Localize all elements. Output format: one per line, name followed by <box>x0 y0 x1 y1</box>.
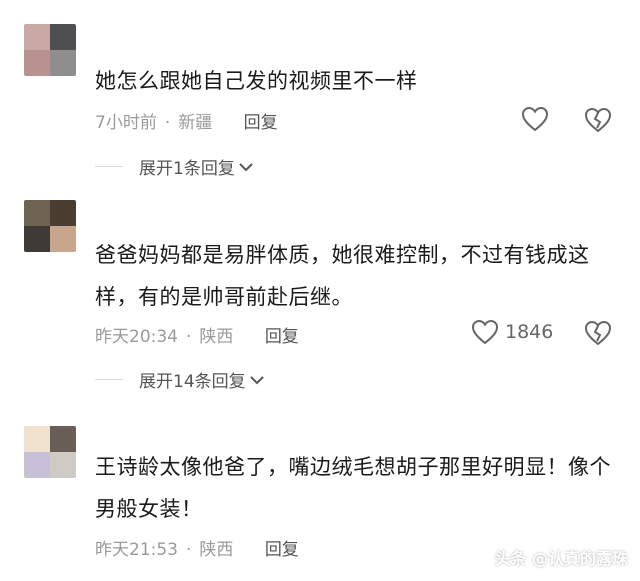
avatar-pixel <box>24 426 50 452</box>
reply-button[interactable]: 回复 <box>265 327 299 347</box>
avatar-pixel <box>50 452 76 478</box>
avatar-pixel <box>24 226 50 252</box>
broken-heart-icon[interactable] <box>584 320 612 346</box>
avatar-pixel <box>24 200 50 226</box>
comment-time: 昨天21:53 <box>95 540 178 560</box>
previous-comment-meta-cutoff <box>95 0 100 10</box>
comment-meta: 昨天21:53 · 陕西 回复 <box>95 540 299 560</box>
reply-button[interactable]: 回复 <box>244 113 278 133</box>
like-button[interactable]: 1846 <box>471 319 553 345</box>
comment-text: 爸爸妈妈都是易胖体质，她很难控制，不过有钱成这样，有的是帅哥前赴后继。 <box>95 243 590 309</box>
avatar-pixel <box>50 24 76 50</box>
heart-icon <box>471 319 499 345</box>
avatar-pixel <box>24 452 50 478</box>
divider-line <box>95 379 123 380</box>
like-count: 1846 <box>505 321 554 343</box>
comment-location: 陕西 <box>199 540 234 560</box>
heart-icon <box>521 106 549 132</box>
expand-label: 展开14条回复 <box>139 372 246 392</box>
avatar-pixel <box>50 426 76 452</box>
avatar-pixel <box>50 50 76 76</box>
avatar[interactable] <box>24 24 76 76</box>
comment-time: 7小时前 <box>95 113 157 133</box>
avatar-pixel <box>50 200 76 226</box>
like-button[interactable] <box>521 106 555 132</box>
chevron-down-icon <box>239 162 253 171</box>
avatar-pixel <box>24 24 50 50</box>
reply-button[interactable]: 回复 <box>265 540 299 560</box>
expand-replies-button[interactable]: 展开14条回复 <box>95 367 264 392</box>
avatar[interactable] <box>24 426 76 478</box>
comment-meta: 7小时前 · 新疆 回复 <box>95 113 278 133</box>
comment-time: 昨天20:34 <box>95 327 178 347</box>
divider-line <box>95 166 123 167</box>
expand-label: 展开1条回复 <box>139 159 235 179</box>
avatar-pixel <box>24 50 50 76</box>
avatar[interactable] <box>24 200 76 252</box>
broken-heart-icon[interactable] <box>584 107 612 133</box>
chevron-down-icon <box>249 375 264 384</box>
comment-text: 王诗龄太像他爸了，嘴边绒毛想胡子那里好明显！像个男般女装！ <box>95 455 611 521</box>
watermark: 头条 @认真的露珠 <box>494 549 628 568</box>
expand-replies-button[interactable]: 展开1条回复 <box>95 154 253 179</box>
comment-meta: 昨天20:34 · 陕西 回复 <box>95 327 299 347</box>
comment-location: 陕西 <box>199 327 234 347</box>
comment-location: 新疆 <box>178 113 213 133</box>
avatar-pixel <box>50 226 76 252</box>
comment-text: 她怎么跟她自己发的视频里不一样 <box>95 69 418 93</box>
